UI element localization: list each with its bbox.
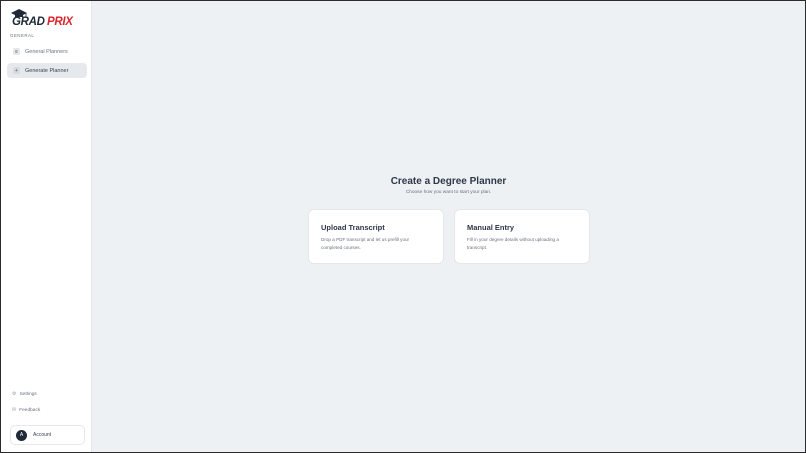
sidebar-item-generate-planner[interactable]: + Generate Planner <box>7 63 87 78</box>
main-content: Create a Degree Planner Choose how you w… <box>92 1 805 452</box>
settings-link[interactable]: ⚙ Settings <box>12 391 37 397</box>
account-label: Account <box>33 432 52 438</box>
list-icon: ≡ <box>13 48 20 55</box>
section-label-general: GENERAL <box>10 33 35 38</box>
plus-icon: + <box>13 67 20 74</box>
avatar: A <box>16 429 27 441</box>
sidebar-item-label: General Planners <box>25 48 68 55</box>
card-description: Drop a PDF transcript and let us prefill… <box>321 237 410 250</box>
svg-text:PRIX: PRIX <box>47 16 74 27</box>
app-window: GRAD PRIX GENERAL ≡ General Planners + G… <box>0 0 806 453</box>
feedback-link[interactable]: ✉ Feedback <box>12 407 40 413</box>
upload-transcript-card[interactable]: Upload Transcript Drop a PDF transcript … <box>308 209 444 264</box>
settings-label: Settings <box>19 391 37 397</box>
gradprix-logo[interactable]: GRAD PRIX <box>9 7 85 27</box>
card-title: Upload Transcript <box>321 223 385 232</box>
feedback-label: Feedback <box>19 407 41 413</box>
sidebar: GRAD PRIX GENERAL ≡ General Planners + G… <box>1 1 92 452</box>
page-title: Create a Degree Planner <box>390 176 507 187</box>
card-title: Manual Entry <box>467 223 515 232</box>
account-button[interactable]: A Account <box>10 425 85 445</box>
manual-entry-card[interactable]: Manual Entry Fill in your degree details… <box>454 209 590 264</box>
gear-icon: ⚙ <box>12 391 17 397</box>
card-description: Fill in your degree details without uplo… <box>467 237 559 250</box>
logo-wordmark: GRAD <box>12 16 45 27</box>
sidebar-item-general-planners[interactable]: ≡ General Planners <box>7 44 87 59</box>
page-subtitle: Choose how you want to start your plan. <box>405 190 492 195</box>
mail-icon: ✉ <box>12 407 17 413</box>
sidebar-item-label: Generate Planner <box>25 67 69 74</box>
